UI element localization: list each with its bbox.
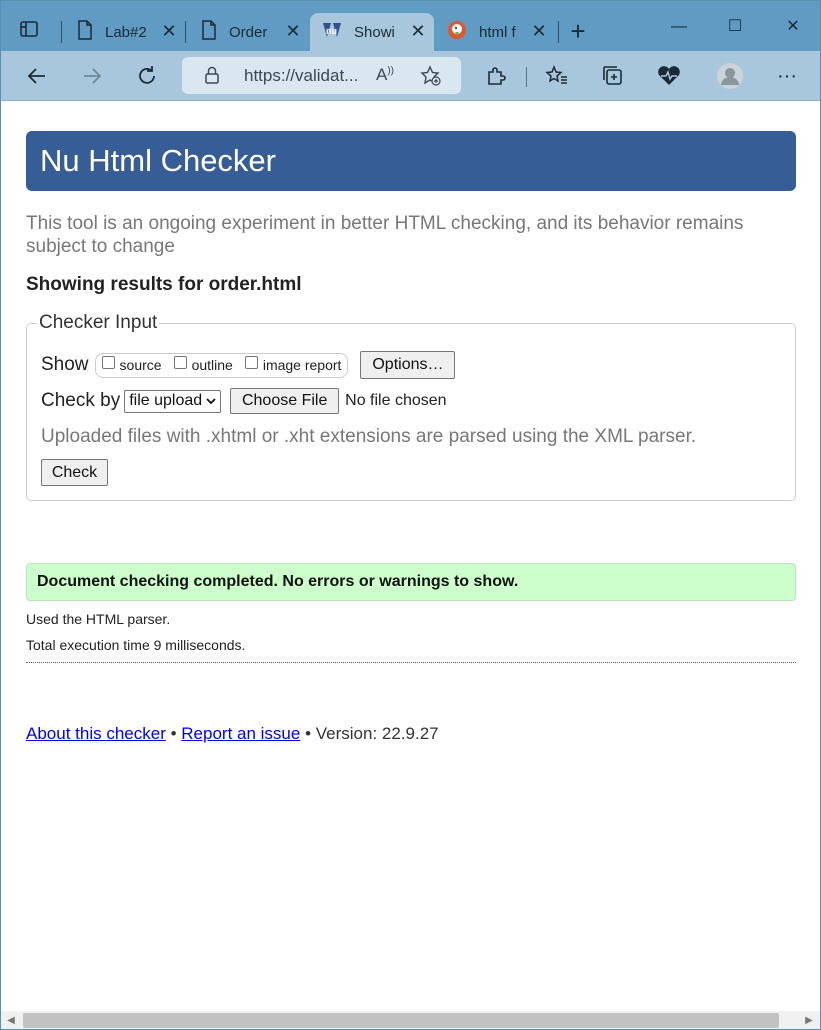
page-content: Nu Html Checker This tool is an ongoing … bbox=[1, 101, 820, 1011]
tab-actions-icon[interactable] bbox=[15, 15, 43, 43]
checker-input-legend: Checker Input bbox=[37, 312, 160, 334]
close-tab-icon[interactable]: ✕ bbox=[285, 22, 301, 40]
option-label: outline bbox=[191, 357, 233, 373]
page-icon bbox=[201, 20, 217, 44]
scroll-right-icon[interactable]: ▶ bbox=[802, 1013, 816, 1028]
parser-note: Used the HTML parser. bbox=[26, 611, 171, 627]
check-by-label: Check by bbox=[41, 390, 121, 411]
browser-toolbar: https://validat... A)) ··· bbox=[1, 51, 820, 101]
footer-separator: • bbox=[165, 724, 182, 743]
refresh-icon[interactable] bbox=[133, 62, 161, 90]
results-heading: Showing results for order.html bbox=[26, 274, 302, 295]
tab-label: Lab#2 bbox=[105, 23, 147, 41]
chevron-down-icon bbox=[206, 394, 216, 408]
execution-time: Total execution time 9 milliseconds. bbox=[26, 637, 246, 653]
tab-html-search[interactable]: html f ✕ bbox=[439, 13, 555, 51]
show-options-group: source outline image report bbox=[94, 352, 349, 378]
svg-text:nu: nu bbox=[326, 26, 337, 36]
show-outline-option[interactable]: outline bbox=[173, 355, 233, 373]
page-title: Nu Html Checker bbox=[40, 143, 276, 178]
checker-input-fieldset: Checker Input Show source outline image … bbox=[26, 312, 796, 501]
close-tab-icon[interactable]: ✕ bbox=[531, 22, 547, 40]
profile-avatar[interactable] bbox=[716, 62, 744, 90]
tab-showing-results[interactable]: nu Showi ✕ bbox=[310, 13, 434, 51]
scroll-left-icon[interactable]: ◀ bbox=[4, 1013, 18, 1028]
add-favorite-icon[interactable] bbox=[420, 65, 442, 92]
lock-icon[interactable] bbox=[204, 66, 220, 89]
browser-essentials-icon[interactable] bbox=[655, 62, 683, 90]
footer: About this checker • Report an issue • V… bbox=[26, 724, 439, 744]
maximize-button[interactable]: ☐ bbox=[721, 15, 749, 39]
source-checkbox[interactable] bbox=[101, 355, 115, 369]
image-report-checkbox[interactable] bbox=[244, 355, 258, 369]
divider bbox=[26, 662, 796, 663]
tab-order[interactable]: Order ✕ bbox=[193, 13, 309, 51]
browser-window: Lab#2 ✕ Order ✕ nu Showi ✕ html f ✕ + — … bbox=[0, 0, 821, 1030]
favorites-icon[interactable] bbox=[543, 62, 571, 90]
choose-file-button[interactable]: Choose File bbox=[230, 388, 340, 414]
toolbar-separator bbox=[526, 67, 527, 87]
horizontal-scrollbar[interactable]: ◀ ▶ bbox=[1, 1011, 820, 1029]
forward-icon[interactable] bbox=[78, 62, 106, 90]
read-aloud-icon[interactable]: A)) bbox=[376, 65, 394, 85]
outline-checkbox[interactable] bbox=[173, 355, 187, 369]
duckduckgo-icon bbox=[447, 20, 467, 44]
tab-separator bbox=[558, 21, 559, 43]
version-text: • Version: 22.9.27 bbox=[300, 724, 439, 743]
tab-separator bbox=[185, 21, 186, 43]
no-file-text: No file chosen bbox=[345, 392, 447, 409]
close-window-button[interactable]: ✕ bbox=[779, 15, 807, 39]
tab-label: html f bbox=[479, 23, 516, 41]
show-label: Show bbox=[41, 354, 89, 375]
nu-favicon-icon: nu bbox=[322, 21, 342, 43]
close-tab-icon[interactable]: ✕ bbox=[161, 22, 177, 40]
new-tab-button[interactable]: + bbox=[565, 18, 591, 45]
tab-strip: Lab#2 ✕ Order ✕ nu Showi ✕ html f ✕ + — … bbox=[1, 1, 820, 51]
extensions-icon[interactable] bbox=[482, 62, 510, 90]
more-menu-icon[interactable]: ··· bbox=[773, 62, 801, 90]
check-by-select[interactable]: file upload bbox=[124, 389, 222, 413]
check-by-row: Check by file upload Choose File No file… bbox=[41, 388, 447, 414]
select-value: file upload bbox=[129, 392, 203, 409]
back-icon[interactable] bbox=[23, 62, 51, 90]
report-issue-link[interactable]: Report an issue bbox=[181, 724, 300, 743]
header-banner: Nu Html Checker bbox=[26, 131, 796, 191]
address-bar[interactable]: https://validat... A)) bbox=[182, 57, 461, 94]
close-tab-icon[interactable]: ✕ bbox=[410, 22, 426, 40]
success-message-box: Document checking completed. No errors o… bbox=[26, 563, 796, 601]
collections-icon[interactable] bbox=[599, 62, 627, 90]
url-text: https://validat... bbox=[244, 66, 359, 85]
check-button[interactable]: Check bbox=[41, 459, 108, 486]
upload-hint: Uploaded files with .xhtml or .xht exten… bbox=[41, 426, 697, 447]
show-source-option[interactable]: source bbox=[101, 355, 162, 373]
tab-label: Showi bbox=[354, 23, 395, 41]
minimize-button[interactable]: — bbox=[665, 15, 693, 39]
option-label: source bbox=[119, 357, 162, 373]
tab-separator bbox=[61, 21, 62, 43]
scrollbar-thumb[interactable] bbox=[23, 1013, 779, 1028]
show-row: Show source outline image report Options… bbox=[41, 351, 456, 379]
intro-text: This tool is an ongoing experiment in be… bbox=[26, 213, 744, 257]
tab-label: Order bbox=[229, 23, 268, 41]
option-label: image report bbox=[262, 357, 342, 373]
about-link[interactable]: About this checker bbox=[26, 724, 166, 743]
page-icon bbox=[77, 20, 93, 44]
show-image-report-option[interactable]: image report bbox=[244, 355, 342, 373]
success-message: Document checking completed. No errors o… bbox=[37, 573, 519, 590]
options-button[interactable]: Options… bbox=[360, 351, 456, 379]
tab-lab2[interactable]: Lab#2 ✕ bbox=[69, 13, 185, 51]
